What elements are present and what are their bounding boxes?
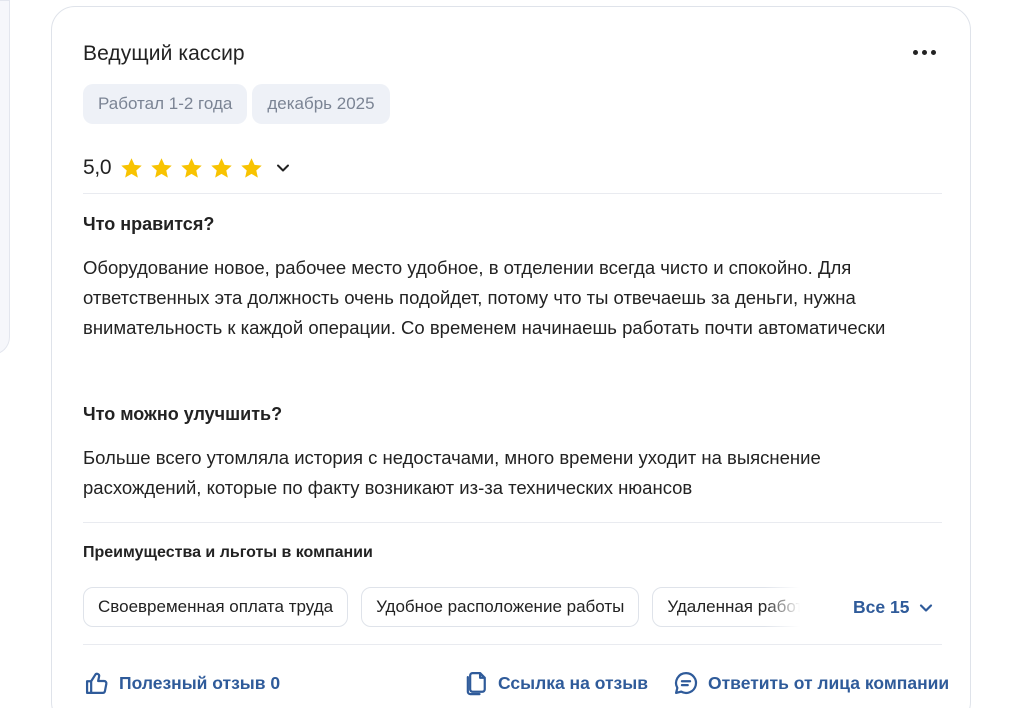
chevron-down-icon xyxy=(920,603,933,612)
improve-heading: Что можно улучшить? xyxy=(83,404,283,424)
chevron-down-icon xyxy=(277,164,290,172)
star-icon xyxy=(236,155,266,181)
rating-row: 5,0 xyxy=(83,152,297,184)
copy-link-icon xyxy=(466,671,486,696)
benefits-chips: Своевременная оплата труда Удобное распо… xyxy=(83,587,804,629)
benefit-chip[interactable]: Удобное расположение работы xyxy=(361,587,640,627)
star-icon xyxy=(116,155,146,181)
divider xyxy=(83,522,942,523)
helpful-label: Полезный отзыв 0 xyxy=(119,672,281,693)
rating-value: 5,0 xyxy=(83,156,112,179)
more-dots-icon xyxy=(912,49,918,55)
likes-heading: Что нравится? xyxy=(83,214,215,234)
experience-tag: Работал 1-2 года xyxy=(83,84,248,124)
reply-as-company-button[interactable]: Ответить от лица компании xyxy=(672,667,949,699)
chips-fade-overlay xyxy=(764,587,812,629)
review-card: Ведущий кассир Работал 1-2 года декабрь … xyxy=(51,6,971,708)
all-benefits-label: Все 15 xyxy=(853,597,910,617)
review-link-button[interactable]: Ссылка на отзыв xyxy=(462,667,648,699)
rating-details-toggle[interactable] xyxy=(269,154,297,182)
more-options-button[interactable] xyxy=(907,37,941,67)
reply-label: Ответить от лица компании xyxy=(708,672,950,693)
helpful-button[interactable]: Полезный отзыв 0 xyxy=(83,667,280,699)
left-side-panel xyxy=(0,0,10,355)
thumbs-up-icon xyxy=(85,672,108,695)
star-icon xyxy=(206,155,236,181)
star-icon xyxy=(146,155,176,181)
likes-text: Оборудование новое, рабочее место удобно… xyxy=(83,257,886,338)
improve-text: Больше всего утомляла история с недостач… xyxy=(83,447,821,498)
review-meta-tags: Работал 1-2 года декабрь 2025 xyxy=(83,84,390,124)
date-tag: декабрь 2025 xyxy=(252,84,390,124)
benefits-title: Преимущества и льготы в компании xyxy=(83,544,373,561)
review-title: Ведущий кассир xyxy=(83,42,245,65)
divider xyxy=(83,193,942,194)
all-benefits-button[interactable]: Все 15 xyxy=(853,597,934,618)
divider xyxy=(83,644,942,645)
chat-bubble-icon xyxy=(674,671,698,695)
star-icon xyxy=(176,155,206,181)
benefit-chip[interactable]: Своевременная оплата труда xyxy=(83,587,349,627)
review-link-label: Ссылка на отзыв xyxy=(498,672,648,693)
